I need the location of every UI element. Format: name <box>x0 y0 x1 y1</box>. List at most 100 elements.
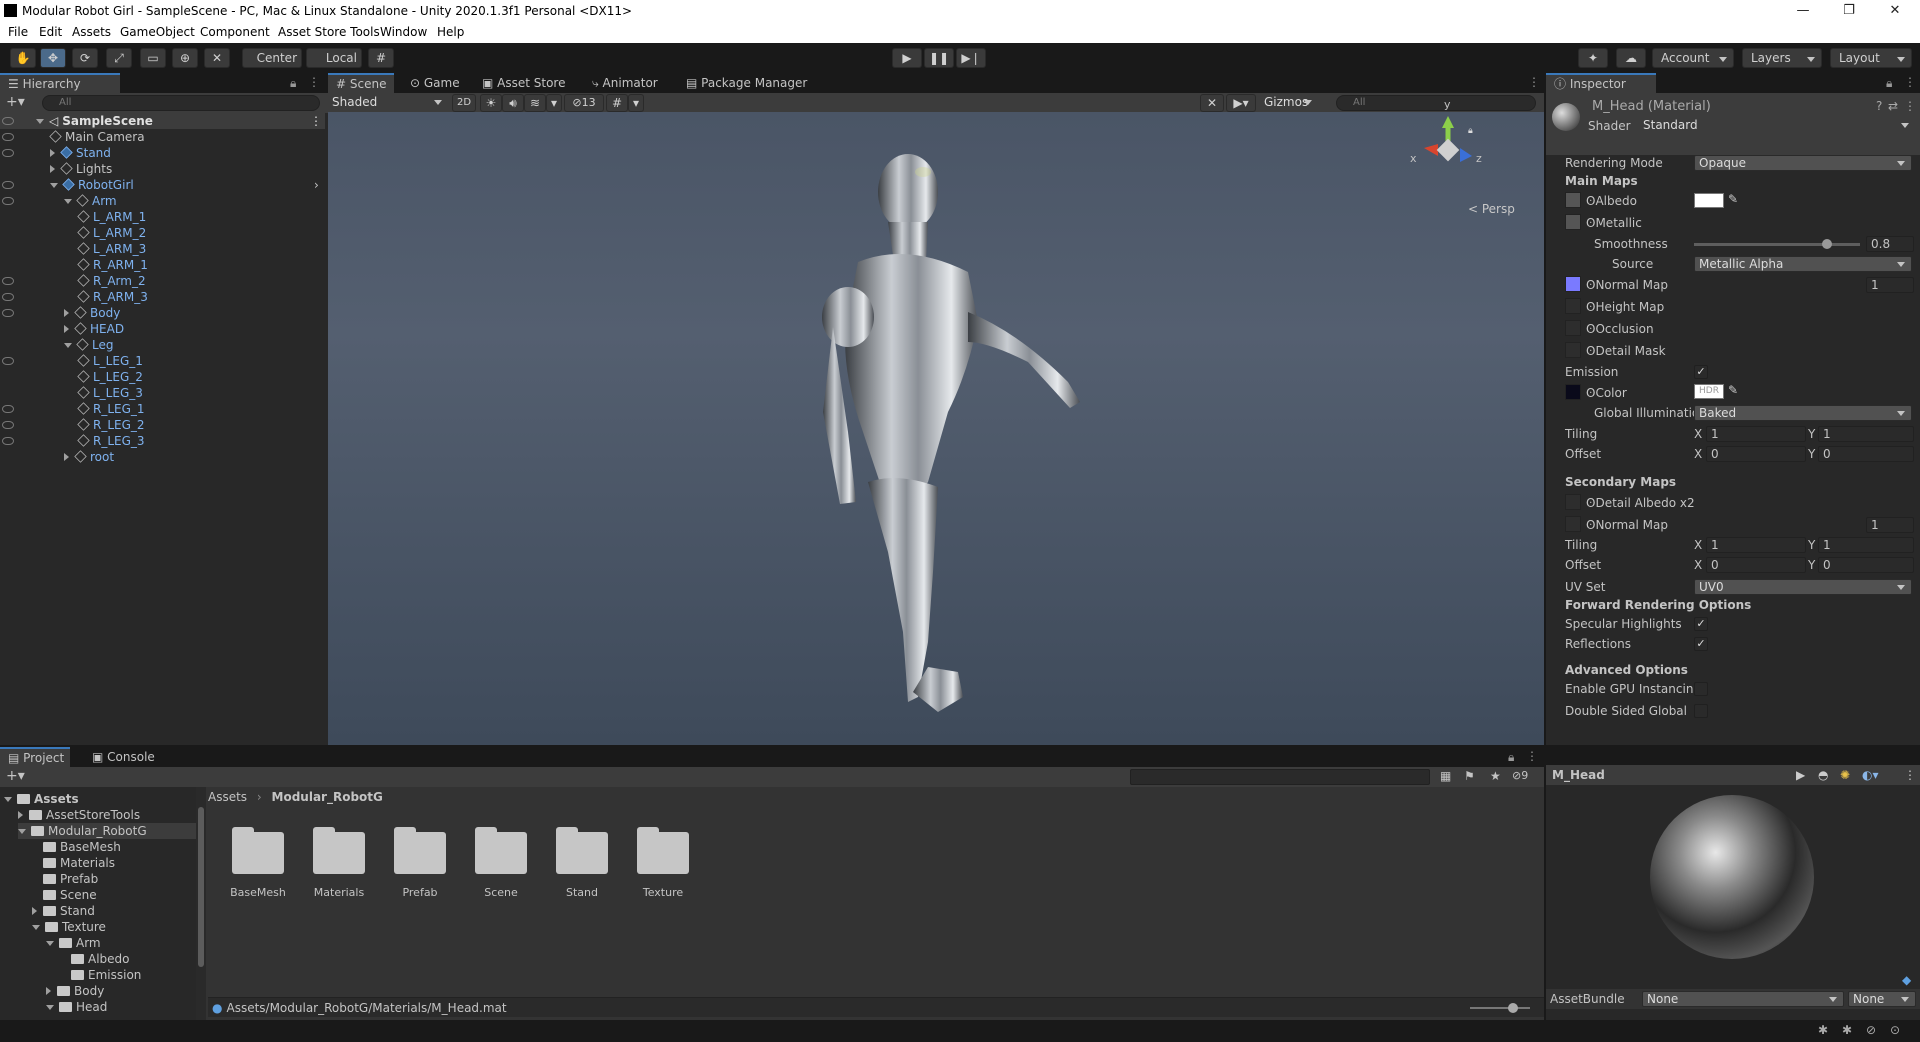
project-tree-item[interactable]: Prefab <box>32 871 196 887</box>
pivot-space-button[interactable]: Local <box>306 48 362 68</box>
hierarchy-item[interactable]: L_LEG_2 <box>0 369 325 385</box>
menu-asset-store-tools[interactable]: Asset Store Tools <box>278 25 380 39</box>
hierarchy-item[interactable]: R_LEG_2 <box>0 417 325 433</box>
hierarchy-item[interactable]: Stand <box>0 145 325 161</box>
collapse-arrow-icon[interactable] <box>18 811 23 819</box>
folder-icon[interactable] <box>475 827 527 874</box>
expand-arrow-icon[interactable] <box>46 941 54 946</box>
offset-y-field[interactable]: 0 <box>1818 446 1914 462</box>
icon-size-slider[interactable] <box>1470 1003 1530 1013</box>
expand-arrow-icon[interactable] <box>46 1005 54 1010</box>
hierarchy-item[interactable]: R_ARM_3 <box>0 289 325 305</box>
source-dropdown[interactable]: Metallic Alpha <box>1694 256 1912 272</box>
expand-arrow-icon[interactable] <box>64 343 72 348</box>
hand-tool-icon[interactable]: ✋ <box>10 48 36 68</box>
albedo-label[interactable]: ʘAlbedo <box>1586 192 1637 210</box>
expand-arrow-icon[interactable] <box>50 183 58 188</box>
effects-dropdown-icon[interactable]: ▾ <box>546 94 562 112</box>
breadcrumb-modular-robotg[interactable]: Modular_RobotG <box>272 790 383 804</box>
hierarchy-item[interactable]: Leg <box>0 337 325 353</box>
folder-label[interactable]: Stand <box>542 886 622 899</box>
effects-toggle-icon[interactable]: ≋ <box>524 94 546 112</box>
hierarchy-item[interactable]: L_LEG_3 <box>0 385 325 401</box>
collapse-arrow-icon[interactable] <box>64 309 69 317</box>
expand-arrow-icon[interactable] <box>32 925 40 930</box>
scene-menu-icon[interactable]: ⋮ <box>310 113 322 129</box>
maximize-button[interactable]: ❐ <box>1826 0 1872 22</box>
hierarchy-item[interactable]: Lights <box>0 161 325 177</box>
menu-component[interactable]: Component <box>200 25 270 39</box>
scene-more-icon[interactable]: ⋮ <box>1528 75 1540 89</box>
create-add-icon[interactable]: +▾ <box>6 94 25 110</box>
expand-arrow-icon[interactable] <box>64 199 72 204</box>
step-button[interactable]: ▶❘ <box>956 48 986 68</box>
detail-mask-label[interactable]: ʘDetail Mask <box>1586 342 1666 360</box>
project-tree-item[interactable]: Stand <box>32 903 196 919</box>
offset2-x-field[interactable]: 0 <box>1706 557 1806 573</box>
normal-map-texture-slot[interactable] <box>1565 276 1581 292</box>
offset2-y-field[interactable]: 0 <box>1818 557 1914 573</box>
visibility-eye-icon[interactable] <box>2 133 14 141</box>
camera-settings-icon[interactable]: ▶▾ <box>1226 94 1256 112</box>
hierarchy-item[interactable]: L_ARM_1 <box>0 209 325 225</box>
project-tree-item[interactable]: Head <box>46 999 196 1015</box>
expand-arrow-icon[interactable] <box>36 119 44 124</box>
menu-assets[interactable]: Assets <box>72 25 111 39</box>
tiling-x-field[interactable]: 1 <box>1706 426 1806 442</box>
transform-tool-icon[interactable]: ⊕ <box>172 48 198 68</box>
folder-label[interactable]: Texture <box>623 886 703 899</box>
project-tree-item[interactable]: Modular_RobotG <box>18 823 196 839</box>
folder-label[interactable]: Prefab <box>380 886 460 899</box>
folder-icon[interactable] <box>637 827 689 874</box>
detail-albedo-texture-slot[interactable] <box>1565 494 1581 510</box>
project-tree-item[interactable]: Materials <box>32 855 196 871</box>
detail-normal-scale-field[interactable]: 1 <box>1866 517 1914 533</box>
hierarchy-item[interactable]: R_Arm_2 <box>0 273 325 289</box>
grid-toggle-icon[interactable]: # <box>606 94 628 112</box>
hierarchy-item[interactable]: R_ARM_1 <box>0 257 325 273</box>
minimize-button[interactable]: — <box>1780 0 1826 22</box>
menu-window[interactable]: Window <box>380 25 427 39</box>
status-progress-icon[interactable]: ⊙ <box>1890 1023 1900 1037</box>
search-by-type-icon[interactable]: ▦ <box>1440 769 1451 783</box>
visibility-eye-icon[interactable] <box>2 293 14 301</box>
height-map-label[interactable]: ʘHeight Map <box>1586 298 1664 316</box>
cloud-icon[interactable]: ☁ <box>1616 48 1646 68</box>
albedo-texture-slot[interactable] <box>1565 192 1581 208</box>
visibility-eye-icon[interactable] <box>2 277 14 285</box>
specular-highlights-checkbox[interactable]: ✓ <box>1694 617 1708 631</box>
smoothness-slider-thumb[interactable] <box>1821 239 1832 249</box>
expand-arrow-icon[interactable] <box>18 829 26 834</box>
preview-light-icon[interactable]: ✺ <box>1840 765 1850 785</box>
lighting-toggle-icon[interactable]: ☀ <box>480 94 502 112</box>
status-lighting-icon[interactable]: ⊘ <box>1866 1023 1876 1037</box>
grid-dropdown-icon[interactable]: ▾ <box>628 94 644 112</box>
gpu-instancing-checkbox[interactable] <box>1694 682 1708 696</box>
menu-file[interactable]: File <box>8 25 28 39</box>
hierarchy-item[interactable]: root <box>0 449 325 465</box>
tab-game[interactable]: ⊙ Game <box>402 73 468 93</box>
more-icon[interactable]: ⋮ <box>308 75 320 89</box>
global-illumination-dropdown[interactable]: Baked <box>1694 405 1912 421</box>
scene-search-input[interactable]: All <box>1336 95 1536 111</box>
metallic-label[interactable]: ʘMetallic <box>1586 214 1642 232</box>
project-tree-item[interactable]: Scene <box>32 887 196 903</box>
icon-size-slider-thumb[interactable] <box>1508 1003 1518 1013</box>
detail-mask-texture-slot[interactable] <box>1565 342 1581 358</box>
project-tree-item[interactable]: Arm <box>46 935 196 951</box>
expand-arrow-icon[interactable] <box>4 797 12 802</box>
occlusion-label[interactable]: ʘOcclusion <box>1586 320 1654 338</box>
project-tree-item[interactable]: Body <box>46 983 196 999</box>
project-tree-item[interactable]: AssetStoreTools <box>18 807 196 823</box>
visibility-eye-icon[interactable] <box>2 117 14 125</box>
layout-dropdown[interactable]: Layout <box>1830 48 1912 68</box>
hierarchy-item[interactable]: Arm <box>0 193 325 209</box>
reflections-checkbox[interactable]: ✓ <box>1694 637 1708 651</box>
scene-viewport[interactable]: y x z 🔒︎ < Persp <box>328 98 1544 745</box>
visibility-eye-icon[interactable] <box>2 181 14 189</box>
normal-scale-field[interactable]: 1 <box>1866 277 1914 293</box>
detail-normal-texture-slot[interactable] <box>1565 516 1581 532</box>
metallic-texture-slot[interactable] <box>1565 214 1581 230</box>
hierarchy-item[interactable]: Body <box>0 305 325 321</box>
asset-label-icon[interactable]: ◆ <box>1902 973 1911 987</box>
